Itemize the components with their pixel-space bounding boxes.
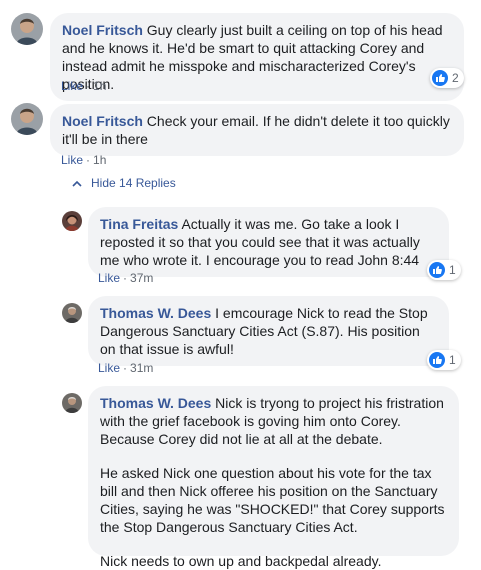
reaction-count[interactable]: 1 — [427, 350, 461, 370]
reaction-count[interactable]: 2 — [430, 68, 464, 88]
comment-author[interactable]: Thomas W. Dees — [100, 305, 211, 321]
comment-author[interactable]: Noel Fritsch — [62, 22, 143, 38]
comment-paragraph: Nick needs to own up and backpedal alrea… — [100, 553, 382, 569]
chevron-up-icon — [72, 180, 82, 187]
comment-meta: Like · 37m — [98, 271, 154, 285]
comment-bubble: Noel Fritsch Guy clearly just built a ce… — [50, 13, 464, 101]
comment-author[interactable]: Thomas W. Dees — [100, 395, 211, 411]
thumbs-up-icon — [429, 262, 445, 278]
like-button[interactable]: Like — [98, 361, 120, 375]
reply-bubble: Thomas W. Dees Nick is tryong to project… — [88, 386, 459, 569]
comment-meta: Like · 1h — [61, 153, 107, 167]
reply-bubble: Thomas W. Dees I emcourage Nick to read … — [88, 296, 449, 366]
like-button[interactable]: Like — [98, 271, 120, 285]
thumbs-up-icon — [429, 352, 445, 368]
reaction-number: 1 — [449, 263, 456, 277]
comment-meta: Like · 31m — [98, 361, 154, 375]
avatar[interactable] — [62, 393, 82, 413]
reaction-number: 2 — [452, 71, 459, 85]
thumbs-up-icon — [432, 70, 448, 86]
hide-replies-link[interactable]: Hide 14 Replies — [72, 176, 176, 190]
avatar[interactable] — [11, 103, 43, 135]
comment-paragraph: He asked Nick one question about his vot… — [100, 465, 445, 535]
timestamp[interactable]: 37m — [130, 271, 153, 285]
like-button[interactable]: Like — [61, 79, 83, 93]
timestamp[interactable]: 31m — [130, 361, 153, 375]
comment-meta: Like · 1h — [61, 79, 107, 93]
comment-author[interactable]: Noel Fritsch — [62, 113, 143, 129]
reply-bubble: Tina Freitas Actually it was me. Go take… — [88, 207, 449, 277]
avatar[interactable] — [62, 303, 82, 323]
reaction-number: 1 — [449, 353, 456, 367]
timestamp[interactable]: 1h — [93, 79, 106, 93]
comment-author[interactable]: Tina Freitas — [100, 216, 178, 232]
like-button[interactable]: Like — [61, 153, 83, 167]
avatar[interactable] — [11, 13, 43, 45]
avatar[interactable] — [62, 211, 82, 231]
timestamp[interactable]: 1h — [93, 153, 106, 167]
hide-replies-label: Hide 14 Replies — [91, 176, 176, 190]
comment-bubble: Noel Fritsch Check your email. If he did… — [50, 104, 464, 156]
reaction-count[interactable]: 1 — [427, 260, 461, 280]
